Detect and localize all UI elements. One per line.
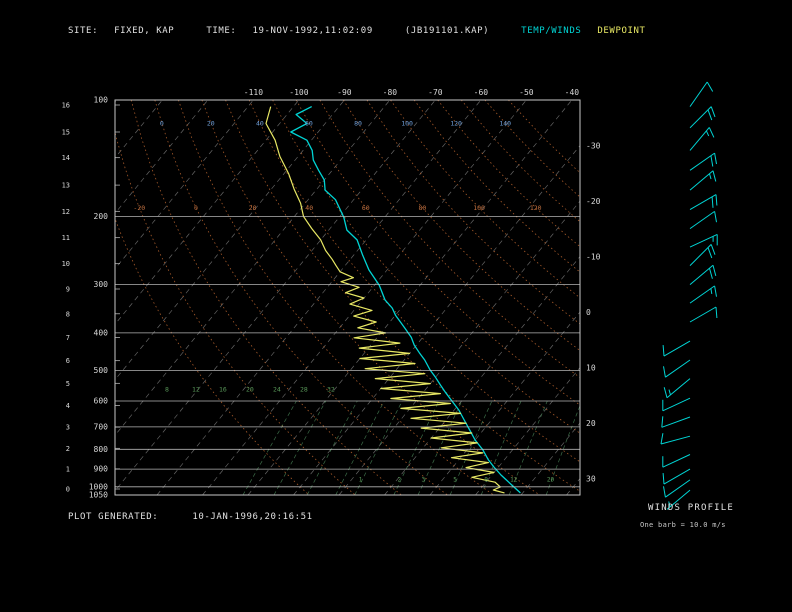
svg-text:40: 40 [305, 204, 313, 212]
svg-text:0: 0 [586, 308, 591, 317]
svg-text:120: 120 [530, 204, 542, 212]
plot-generated-value: 10-JAN-1996,20:16:51 [192, 512, 313, 522]
svg-text:3: 3 [421, 476, 425, 483]
svg-text:400: 400 [94, 328, 109, 337]
svg-text:2: 2 [397, 476, 401, 483]
svg-text:20: 20 [547, 476, 555, 483]
app-window: 100 200 300 400 500 600 700 800 900 1000 1050 16 15 1… [0, 0, 792, 612]
svg-text:-30: -30 [586, 142, 601, 151]
svg-text:20: 20 [586, 419, 596, 428]
svg-text:60: 60 [305, 120, 313, 128]
svg-text:3: 3 [66, 424, 70, 432]
svg-text:0: 0 [194, 204, 198, 212]
svg-text:1: 1 [66, 465, 70, 473]
svg-text:-80: -80 [383, 88, 398, 97]
svg-text:-100: -100 [289, 88, 308, 97]
svg-text:12: 12 [62, 208, 70, 216]
svg-text:100: 100 [473, 204, 485, 212]
svg-text:100: 100 [94, 96, 109, 105]
svg-text:500: 500 [94, 366, 109, 375]
svg-text:2: 2 [66, 445, 70, 453]
winds-profile-title: WINDS PROFILE [648, 503, 735, 513]
svg-text:20: 20 [249, 204, 257, 212]
svg-text:-90: -90 [337, 88, 352, 97]
time-value: 19-NOV-1992,11:02:09 [252, 26, 373, 36]
svg-text:100: 100 [401, 120, 413, 128]
svg-text:1: 1 [359, 476, 363, 483]
svg-text:0: 0 [160, 120, 164, 128]
svg-text:800: 800 [94, 445, 109, 454]
svg-text:24: 24 [273, 385, 281, 393]
svg-text:16: 16 [62, 102, 70, 110]
svg-text:-70: -70 [428, 88, 443, 97]
svg-text:12: 12 [510, 476, 518, 483]
dewpoint-legend: DEWPOINT [597, 26, 646, 36]
svg-text:30: 30 [586, 475, 596, 484]
temp-winds-legend: TEMP/WINDS [521, 26, 582, 36]
svg-text:8: 8 [66, 310, 70, 318]
site-label: SITE: [68, 26, 99, 36]
svg-text:11: 11 [62, 234, 70, 242]
header: SITE: FIXED, KAP TIME: 19-NOV-1992,11:02… [68, 26, 656, 36]
svg-text:5: 5 [453, 476, 457, 483]
svg-text:-40: -40 [565, 88, 580, 97]
svg-text:140: 140 [499, 120, 511, 128]
svg-text:-20: -20 [586, 197, 601, 206]
svg-text:20: 20 [246, 385, 254, 393]
svg-text:6: 6 [66, 357, 70, 365]
winds-profile-caption: One barb = 10.0 m/s [640, 521, 726, 529]
svg-text:13: 13 [62, 182, 70, 190]
svg-text:32: 32 [327, 385, 335, 393]
svg-text:60: 60 [362, 204, 370, 212]
svg-text:-110: -110 [244, 88, 263, 97]
svg-text:4: 4 [66, 402, 70, 410]
svg-text:120: 120 [450, 120, 462, 128]
svg-text:-60: -60 [474, 88, 489, 97]
svg-text:15: 15 [62, 129, 70, 137]
svg-text:80: 80 [354, 120, 362, 128]
svg-text:12: 12 [192, 385, 200, 393]
svg-text:28: 28 [300, 385, 308, 393]
svg-text:20: 20 [207, 120, 215, 128]
svg-text:40: 40 [256, 120, 264, 128]
svg-text:14: 14 [62, 154, 70, 162]
svg-text:300: 300 [94, 280, 109, 289]
time-label: TIME: [206, 26, 237, 36]
svg-text:-20: -20 [133, 204, 145, 212]
svg-text:16: 16 [219, 385, 227, 393]
svg-text:10: 10 [62, 260, 70, 268]
svg-text:9: 9 [66, 286, 70, 294]
site-value: FIXED, KAP [114, 26, 175, 36]
svg-text:1050: 1050 [89, 491, 108, 500]
svg-text:900: 900 [94, 465, 109, 474]
svg-text:200: 200 [94, 212, 109, 221]
svg-text:600: 600 [94, 397, 109, 406]
svg-text:5: 5 [66, 380, 70, 388]
svg-text:8: 8 [484, 476, 488, 483]
file-name: (JB191101.KAP) [404, 26, 490, 36]
svg-text:10: 10 [586, 364, 596, 373]
plot-generated-line: PLOT GENERATED: 10-JAN-1996,20:16:51 [68, 512, 313, 522]
svg-text:-50: -50 [519, 88, 534, 97]
svg-text:700: 700 [94, 422, 109, 431]
svg-text:-10: -10 [586, 253, 601, 262]
svg-text:8: 8 [165, 385, 169, 393]
svg-text:7: 7 [66, 334, 70, 342]
svg-text:80: 80 [418, 204, 426, 212]
svg-text:0: 0 [66, 486, 70, 494]
plot-generated-label: PLOT GENERATED: [68, 512, 159, 522]
